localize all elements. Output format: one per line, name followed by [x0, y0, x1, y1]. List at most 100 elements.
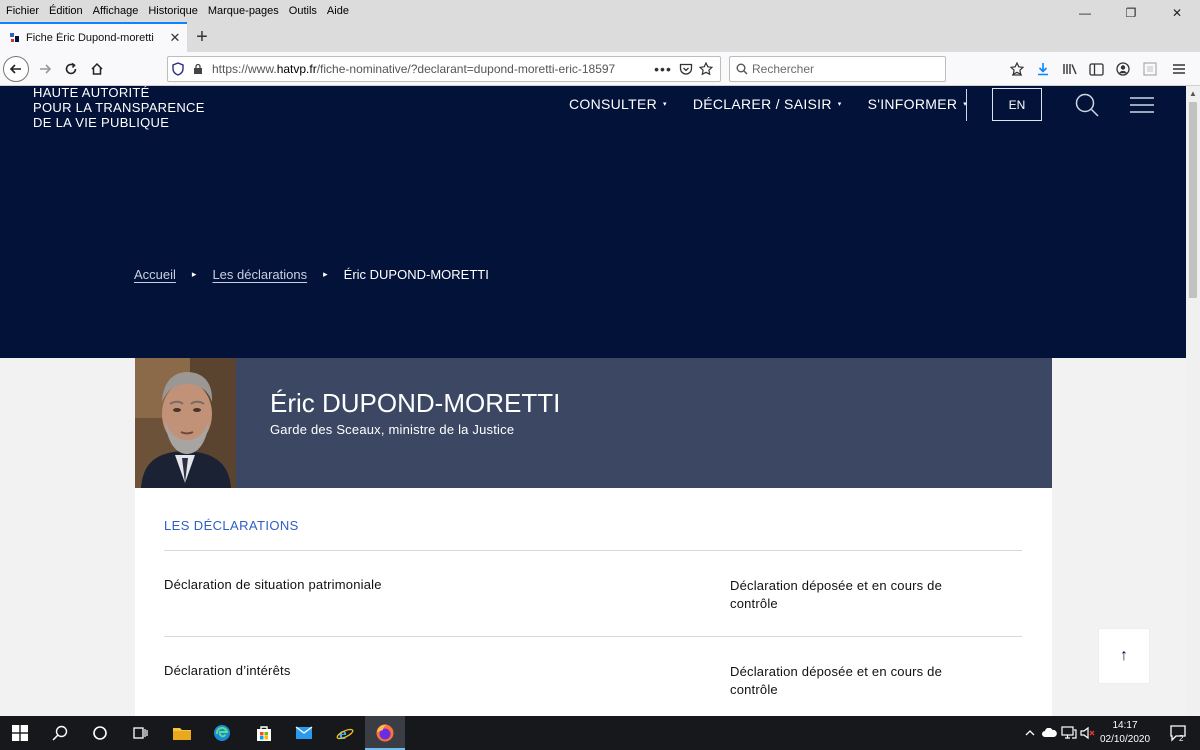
scrollbar-thumb[interactable] — [1189, 102, 1197, 298]
menu-historique[interactable]: Historique — [143, 2, 203, 20]
url-bar[interactable]: https://www.hatvp.fr/fiche-nominative/?d… — [167, 56, 721, 82]
home-button[interactable] — [84, 56, 110, 82]
network-icon[interactable] — [1060, 716, 1078, 750]
nav-consulter[interactable]: CONSULTER ▾ — [569, 96, 667, 112]
store-icon[interactable] — [244, 716, 284, 750]
nav-sinformer-label: S'INFORMER — [867, 96, 958, 112]
notification-count: 2 — [1179, 734, 1184, 742]
main-navigation: CONSULTER ▾ DÉCLARER / SAISIR ▾ S'INFORMER… — [569, 96, 993, 112]
site-header: HAUTE AUTORITÉ POUR LA TRANSPARENCE DE L… — [0, 86, 1186, 358]
breadcrumb-separator-icon: ▸ — [191, 269, 197, 279]
mail-icon[interactable] — [284, 716, 324, 750]
file-explorer-icon[interactable] — [162, 716, 202, 750]
hamburger-menu-icon[interactable] — [1130, 97, 1154, 113]
profile-photo — [135, 358, 236, 488]
sidebar-icon[interactable] — [1087, 60, 1105, 78]
browser-search-bar[interactable] — [729, 56, 946, 82]
declaration-name[interactable]: Déclaration d’intérêts — [164, 663, 291, 678]
nav-divider — [966, 89, 967, 121]
arrow-right-icon — [40, 64, 52, 74]
forward-button[interactable] — [32, 56, 58, 82]
tab-close-icon[interactable]: ✕ — [167, 30, 183, 46]
nav-sinformer[interactable]: S'INFORMER▾ — [868, 96, 968, 112]
pocket-icon[interactable] — [676, 57, 696, 81]
windows-logo-icon — [12, 725, 28, 741]
menu-edition[interactable]: Édition — [44, 2, 88, 20]
back-button[interactable] — [3, 56, 29, 82]
breadcrumb-accueil[interactable]: Accueil — [134, 267, 176, 282]
hatvp-favicon-icon — [10, 33, 20, 43]
cortana-icon[interactable] — [80, 716, 120, 750]
page-scrollbar[interactable]: ▲ — [1186, 86, 1200, 716]
internet-explorer-icon[interactable]: e — [325, 716, 365, 750]
onedrive-icon[interactable] — [1040, 716, 1058, 750]
nav-declarer-saisir[interactable]: DÉCLARER / SAISIR ▾ — [693, 96, 842, 112]
breadcrumb-declarations[interactable]: Les déclarations — [212, 267, 307, 282]
clock-time: 14:17 — [1112, 720, 1138, 731]
profile-role: Garde des Sceaux, ministre de la Justice — [270, 422, 515, 437]
task-view-icon[interactable] — [120, 716, 160, 750]
declaration-name[interactable]: Déclaration de situation patrimoniale — [164, 577, 382, 592]
declarations-card: LES DÉCLARATIONS Déclaration de situatio… — [135, 488, 1052, 716]
action-center-icon[interactable]: 2 — [1160, 716, 1196, 750]
breadcrumb-separator-icon: ▸ — [323, 269, 328, 279]
library-icon[interactable] — [1061, 60, 1079, 78]
declaration-row[interactable]: Déclaration d’intérêts Déclaration dépos… — [164, 636, 1022, 716]
lock-icon[interactable] — [188, 57, 208, 81]
breadcrumb: Accueil ▸ Les déclarations ▸ Éric DUPOND… — [134, 267, 489, 282]
caret-down-icon: ▾ — [663, 101, 667, 108]
profile-banner: Éric DUPOND-MORETTI Garde des Sceaux, mi… — [135, 358, 1052, 488]
profile-name: Éric DUPOND-MORETTI — [270, 388, 561, 418]
tab-title: Fiche Éric Dupond-moretti — [26, 32, 154, 44]
url-prefix: https://www. — [212, 62, 277, 76]
app-menu-icon[interactable] — [1170, 60, 1188, 78]
declaration-status: Déclaration déposée et en cours de contr… — [730, 664, 943, 697]
show-hidden-icons[interactable] — [1022, 716, 1038, 750]
scroll-up-icon[interactable]: ▲ — [1186, 86, 1200, 100]
start-button[interactable] — [0, 716, 40, 750]
declarations-title: LES DÉCLARATIONS — [164, 518, 299, 533]
edge-icon[interactable] — [202, 716, 242, 750]
url-path: /fiche-nominative/?declarant=dupond-more… — [316, 62, 616, 76]
windows-taskbar: e 14:17 02/10/2020 2 — [0, 716, 1200, 750]
tracking-shield-icon[interactable] — [168, 57, 188, 81]
declaration-row[interactable]: Déclaration de situation patrimoniale Dé… — [164, 550, 1022, 636]
back-to-top-button[interactable]: ↑ — [1098, 628, 1150, 684]
bookmark-star-icon[interactable] — [696, 57, 716, 81]
reload-button[interactable] — [58, 56, 84, 82]
firefox-taskbar-icon[interactable] — [365, 716, 405, 750]
menu-affichage[interactable]: Affichage — [88, 2, 144, 20]
browser-navbar: https://www.hatvp.fr/fiche-nominative/?d… — [0, 52, 1200, 86]
brand-line-2: POUR LA TRANSPARENCE — [33, 100, 205, 115]
taskbar-search-icon[interactable] — [40, 716, 80, 750]
menu-fichier[interactable]: Fichier — [0, 2, 44, 20]
browser-search-input[interactable] — [752, 62, 932, 76]
arrow-left-icon — [9, 64, 21, 74]
browser-menubar: Fichier Édition Affichage Historique Mar… — [0, 0, 1200, 22]
breadcrumb-current: Éric DUPOND-MORETTI — [343, 267, 489, 282]
nav-declarer-label: DÉCLARER / SAISIR — [692, 96, 832, 112]
nav-consulter-label: CONSULTER — [569, 96, 658, 112]
bookmarks-toolbar-icon[interactable] — [1008, 60, 1026, 78]
reload-icon — [65, 62, 77, 75]
page-actions-menu[interactable]: ••• — [650, 61, 676, 77]
declaration-status: Déclaration déposée et en cours de contr… — [730, 578, 943, 611]
site-logo[interactable]: HAUTE AUTORITÉ POUR LA TRANSPARENCE DE L… — [33, 86, 205, 130]
url-text[interactable]: https://www.hatvp.fr/fiche-nominative/?d… — [212, 62, 650, 76]
menu-marque-pages[interactable]: Marque-pages — [203, 2, 284, 20]
menu-aide[interactable]: Aide — [322, 2, 354, 20]
clock-date: 02/10/2020 — [1099, 734, 1151, 745]
web-page: HAUTE AUTORITÉ POUR LA TRANSPARENCE DE L… — [0, 86, 1186, 716]
download-icon[interactable] — [1034, 60, 1052, 78]
tab-strip: Fiche Éric Dupond-moretti ✕ + — [0, 22, 1200, 52]
language-button[interactable]: EN — [992, 88, 1042, 121]
extension-icon[interactable] — [1141, 60, 1159, 78]
brand-line-1: HAUTE AUTORITÉ — [33, 86, 150, 100]
site-search-icon[interactable] — [1074, 92, 1100, 118]
menu-outils[interactable]: Outils — [284, 2, 322, 20]
account-icon[interactable] — [1114, 60, 1132, 78]
browser-tab[interactable]: Fiche Éric Dupond-moretti ✕ — [0, 22, 187, 52]
volume-muted-icon[interactable] — [1079, 716, 1097, 750]
system-clock[interactable]: 14:17 02/10/2020 — [1096, 719, 1154, 747]
new-tab-button[interactable]: + — [190, 24, 214, 50]
